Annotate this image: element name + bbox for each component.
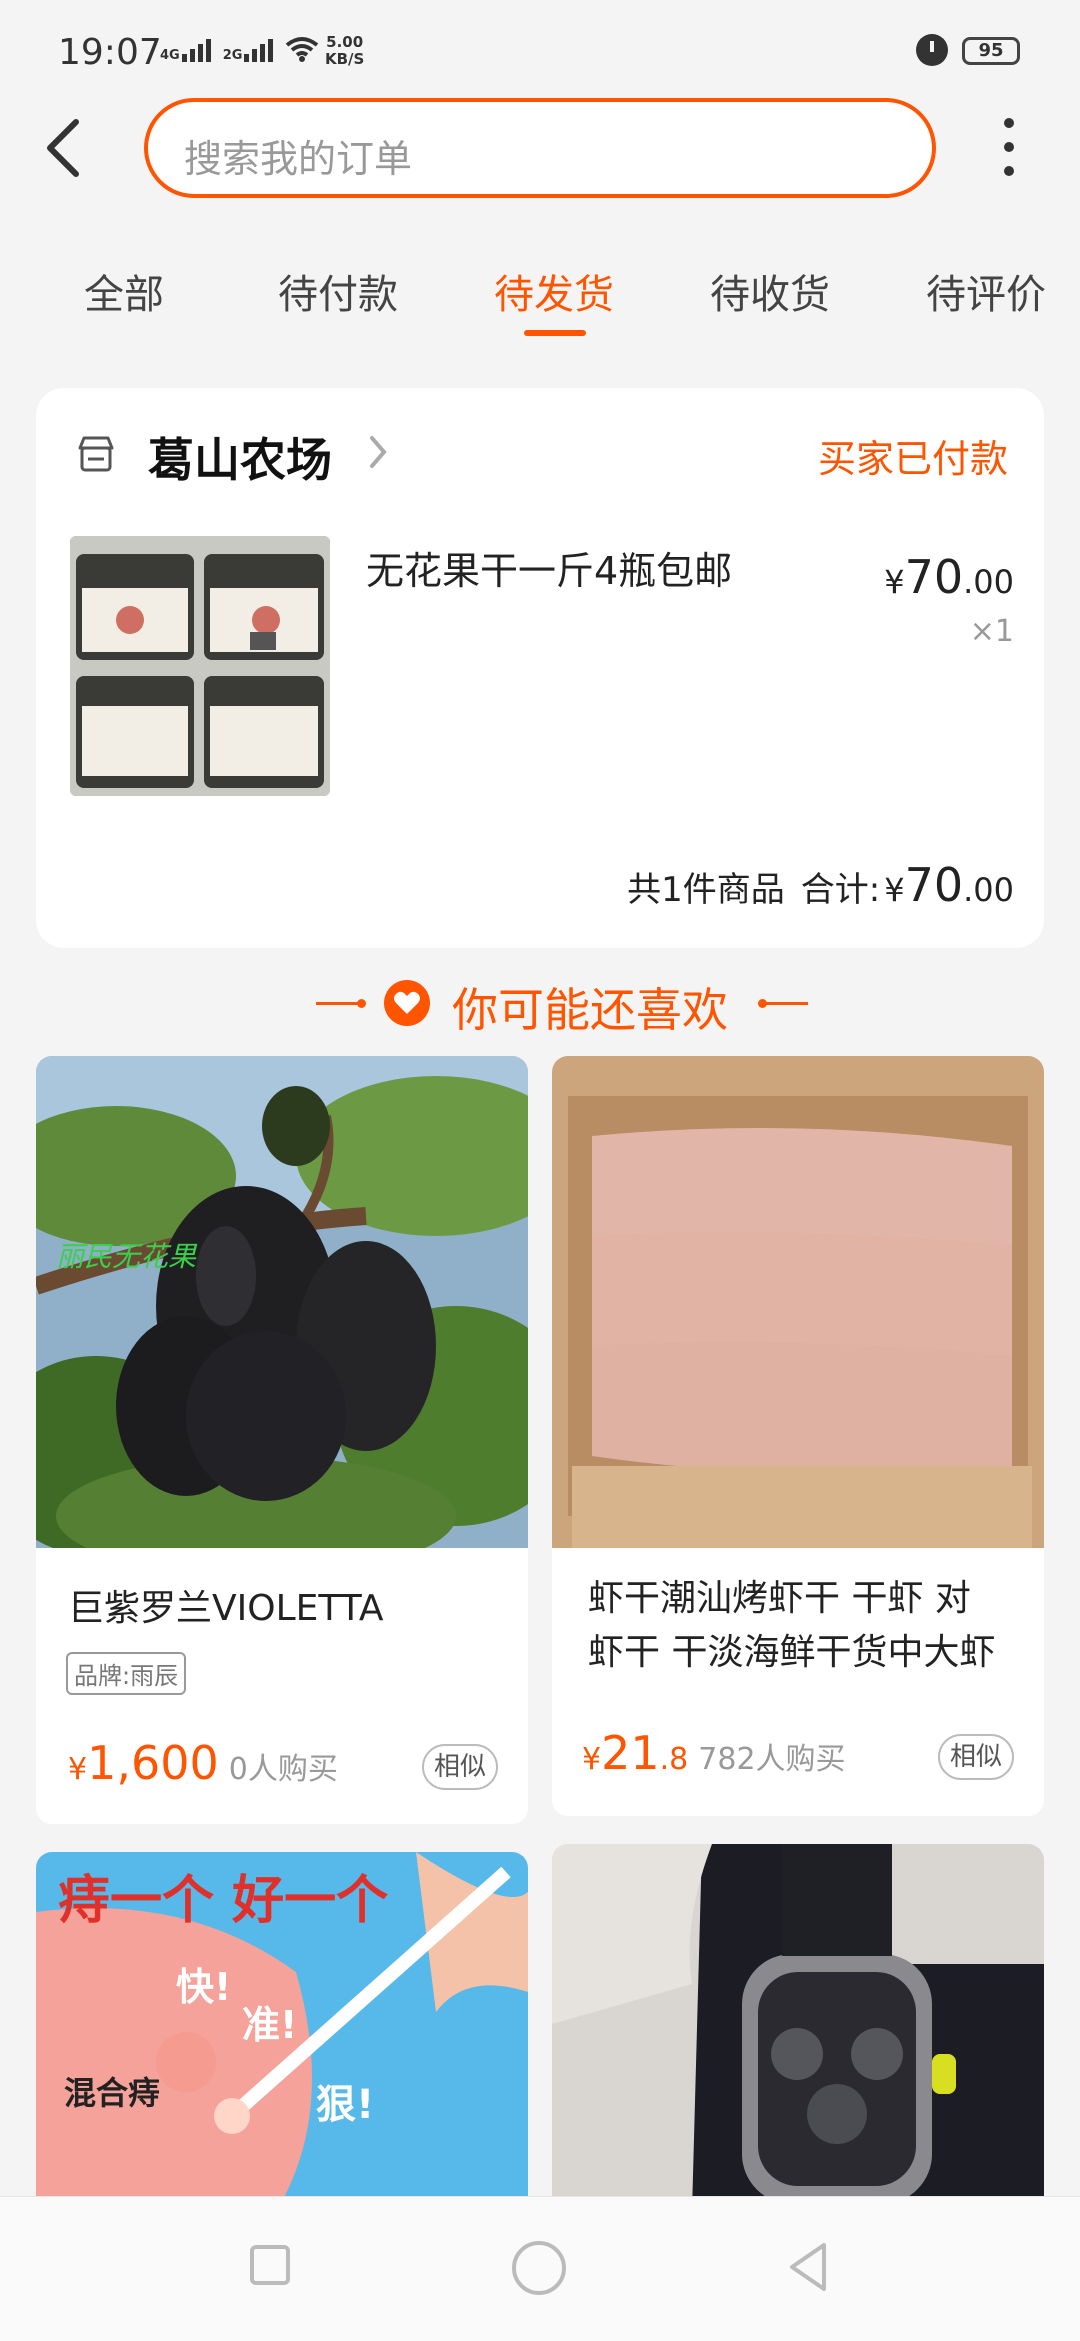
signal-2g-icon: 2G [223,39,274,62]
price-dec: .8 [659,1742,689,1777]
card-title-line1: 虾干潮汕烤虾干 干虾 对 [588,1578,971,1619]
price-currency: ¥ [68,1752,88,1787]
card-price: ¥1,600 0人购买 [68,1736,338,1790]
card-price: ¥21.8 782人购买 [582,1726,846,1780]
ad-tag-accurate: 准! [242,2003,298,2047]
back-triangle-icon[interactable] [786,2241,830,2293]
image-watermark: 丽民无花果 [56,1240,198,1273]
network1-label: 4G [160,48,180,63]
product-title[interactable]: 无花果干一斤4瓶包邮 [366,540,732,595]
network2-label: 2G [222,48,243,63]
ad-tag-hard: 狠! [316,2082,375,2128]
ad-tag-fast: 快! [176,1965,232,2009]
alarm-icon [916,34,948,66]
total-label: 合计: [800,870,881,910]
heart-icon [384,980,430,1026]
chevron-right-icon[interactable] [366,432,390,472]
price-dec: .00 [963,563,1014,601]
price-currency: ¥ [884,563,905,601]
back-button[interactable] [36,112,96,184]
total-currency: ¥ [884,871,905,909]
system-navigation-bar [0,2196,1080,2341]
sales-count: 0人购买 [228,1752,338,1787]
signal-group: 4G 2G [160,36,319,62]
tab-all[interactable]: 全部 [84,262,164,320]
chevron-left-icon [47,119,79,177]
status-time: 19:07 [58,32,162,73]
shop-icon [78,436,114,472]
recommend-card-4[interactable] [552,1844,1044,2212]
wifi-icon [286,37,319,62]
divider-left [316,999,366,1008]
price-int: 70 [904,550,964,604]
price-int: 21 [601,1726,660,1780]
signal-4g-icon: 4G [160,39,211,62]
search-input[interactable]: 搜索我的订单 [144,98,936,198]
ad-banner-text: 痔一个 好一个 [58,1871,389,1931]
active-tab-indicator [524,330,586,336]
divider-right [758,999,808,1008]
tab-pending-shipment[interactable]: 待发货 [494,262,614,320]
recommend-card-3[interactable]: 痔一个 好一个 快! 准! 狠! 混合痔 [36,1852,528,2212]
card-title: 巨紫罗兰VIOLETTA [68,1588,384,1629]
more-vertical-icon [990,118,1028,176]
speed-value: 5.00 [326,33,364,51]
status-bar: 19:07 4G 2G 5.00 KB/S 95 [0,0,1080,100]
total-count: 共1件商品 [627,870,785,910]
ad-tag-label: 混合痔 [64,2074,161,2112]
similar-button[interactable]: 相似 [422,1744,498,1790]
product-image-figs: 丽民无花果 [36,1056,528,1548]
order-tabs: 全部 待付款 待发货 待收货 待评价 [0,250,1080,340]
network-speed: 5.00 KB/S [325,34,364,68]
total-dec: .00 [963,871,1014,909]
product-quantity: ×1 [969,614,1014,649]
recent-apps-icon[interactable] [250,2245,290,2285]
sales-count: 782人购买 [698,1742,846,1777]
similar-button[interactable]: 相似 [938,1734,1014,1780]
total-int: 70 [904,858,964,912]
product-thumbnail[interactable] [70,536,330,796]
search-placeholder: 搜索我的订单 [184,137,413,181]
order-card[interactable]: 葛山农场 买家已付款 无花果干一斤4瓶包邮 ¥70.00 ×1 共1件商品 合计… [36,388,1044,948]
tab-pending-receipt[interactable]: 待收货 [710,262,830,320]
order-status: 买家已付款 [817,437,1008,481]
brand-tag: 品牌:雨辰 [66,1652,187,1695]
order-total: 共1件商品 合计: ¥70.00 [627,858,1014,912]
recommend-card-2[interactable]: 虾干潮汕烤虾干 干虾 对 虾干 干淡海鲜干货中大虾 ¥21.8 782人购买 相… [552,1056,1044,1816]
tab-pending-review[interactable]: 待评价 [926,262,1046,320]
card-title-line2: 虾干 干淡海鲜干货中大虾 [588,1632,996,1673]
home-icon[interactable] [512,2241,566,2295]
price-currency: ¥ [582,1742,602,1777]
product-image-watch [552,1844,1044,2212]
shop-name[interactable]: 葛山农场 [148,424,332,490]
recommend-header: 你可能还喜欢 [0,962,1080,1042]
recommend-card-1[interactable]: 丽民无花果 巨紫罗兰VIOLETTA 品牌:雨辰 ¥1,600 0人购买 相似 [36,1056,528,1824]
product-image-shrimp [552,1056,1044,1548]
tab-pending-payment[interactable]: 待付款 [278,262,398,320]
battery-level: 95 [978,40,1004,61]
price-int: 1,600 [87,1736,219,1790]
product-image-ad: 痔一个 好一个 快! 准! 狠! 混合痔 [36,1852,528,2212]
more-button[interactable] [990,118,1028,180]
product-price: ¥70.00 [884,550,1014,604]
battery-icon: 95 [962,37,1020,65]
speed-unit: KB/S [325,50,365,68]
recommend-title: 你可能还喜欢 [452,983,728,1037]
